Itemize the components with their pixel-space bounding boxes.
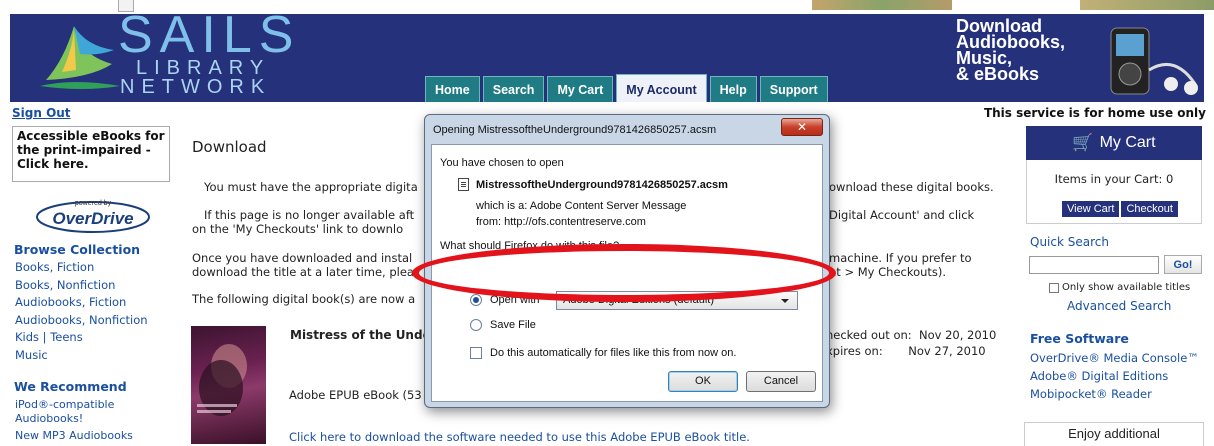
- save-file-label: Save File: [490, 319, 536, 331]
- sails-logo-icon: [40, 26, 120, 89]
- top-strip: [0, 0, 1214, 14]
- checkout-dates: hecked out on: Nov 20, 2010 xpires on: N…: [826, 328, 997, 358]
- book-format: Adobe EPUB eBook (53: [289, 388, 422, 402]
- instructions-line-2-left: If this page is no longer available aft: [204, 208, 415, 222]
- cart-icon: 🛒: [1072, 133, 1094, 152]
- dialog-file-source: from: http://ofs.contentreserve.com: [476, 216, 646, 228]
- auto-action-label: Do this automatically for files like thi…: [490, 347, 737, 359]
- top-banner-image: [812, 0, 952, 10]
- instructions-line-4-right: machine. If you prefer to: [829, 251, 972, 265]
- browser-tab-edge: [118, 0, 134, 12]
- instructions-line-1-left: You must have the appropriate digita: [204, 180, 418, 194]
- free-software-list: OverDrive® Media Console™ Adobe® Digital…: [1030, 349, 1199, 403]
- cart-buttons: View Cart Checkout: [1061, 200, 1179, 218]
- open-with-radio[interactable]: [470, 294, 482, 306]
- browse-collection-heading: Browse Collection: [14, 242, 141, 257]
- promo-line-4: & eBooks: [956, 64, 1040, 84]
- overdrive-logo-icon[interactable]: powered by OverDrive: [34, 194, 152, 234]
- browse-item-books-fiction[interactable]: Books, Fiction: [15, 259, 148, 277]
- logo-network-text: NETWORK: [120, 76, 272, 98]
- cart-item-count: Items in your Cart: 0: [1054, 172, 1174, 186]
- overdrive-powered-by: powered by: [75, 200, 112, 207]
- instructions-line-1-right: ownload these digital books.: [829, 180, 994, 194]
- dialog-title: Opening MistressoftheUnderground97814268…: [433, 124, 717, 136]
- tab-search[interactable]: Search: [482, 76, 545, 102]
- tab-home[interactable]: Home: [425, 76, 480, 102]
- recommend-item-audiobooks[interactable]: Audiobooks!: [15, 412, 133, 426]
- recommend-item-ipod[interactable]: iPod®-compatible: [15, 398, 133, 412]
- browse-list: Books, Fiction Books, Nonfiction Audiobo…: [15, 259, 148, 364]
- software-item-overdrive[interactable]: OverDrive® Media Console™: [1030, 349, 1199, 367]
- main-nav: Home Search My Cart My Account Help Supp…: [425, 74, 831, 102]
- highlight-annotation: [412, 244, 836, 302]
- overdrive-wordmark: OverDrive: [52, 209, 133, 228]
- advanced-search-link[interactable]: Advanced Search: [1067, 299, 1171, 313]
- logo-library-text: LIBRARY: [136, 57, 271, 79]
- save-file-radio[interactable]: [470, 319, 482, 331]
- browse-item-books-nonfiction[interactable]: Books, Nonfiction: [15, 277, 148, 295]
- dialog-filename: MistressoftheUnderground9781426850257.ac…: [476, 179, 728, 191]
- close-icon[interactable]: ✕: [781, 118, 823, 136]
- view-cart-button[interactable]: View Cart: [1061, 200, 1121, 218]
- sign-out-link[interactable]: Sign Out: [12, 106, 71, 120]
- book-cover-image[interactable]: [191, 326, 266, 444]
- quick-search-input[interactable]: [1029, 256, 1159, 274]
- book-cover-art-icon: [197, 344, 247, 416]
- cart-box: Items in your Cart: 0 View Cart Checkout: [1026, 160, 1202, 224]
- cancel-button[interactable]: Cancel: [746, 371, 816, 392]
- free-software-heading: Free Software: [1030, 331, 1129, 346]
- instructions-line-4-left: Once you have downloaded and instal: [192, 251, 413, 265]
- recommend-item-mp3[interactable]: New MP3 Audiobooks: [15, 429, 133, 443]
- checkout-button[interactable]: Checkout: [1120, 200, 1179, 218]
- chevron-down-icon: [781, 299, 789, 303]
- instructions-line-2-right: Digital Account' and click: [829, 208, 975, 222]
- my-cart-header[interactable]: 🛒 My Cart: [1026, 126, 1202, 160]
- tab-my-account[interactable]: My Account: [616, 74, 707, 102]
- dialog-file-type: which is a: Adobe Content Server Message: [476, 200, 687, 212]
- browse-item-audiobooks-nonfiction[interactable]: Audiobooks, Nonfiction: [15, 312, 148, 330]
- software-item-mobipocket[interactable]: Mobipocket® Reader: [1030, 385, 1199, 403]
- recommend-list: iPod®-compatible Audiobooks! New MP3 Aud…: [15, 398, 133, 443]
- browse-item-audiobooks-fiction[interactable]: Audiobooks, Fiction: [15, 294, 148, 312]
- instructions-line-5-left: download the title at a later time, plea: [192, 265, 414, 279]
- go-button[interactable]: Go!: [1164, 255, 1202, 274]
- tab-my-cart[interactable]: My Cart: [547, 76, 614, 102]
- accessible-ebooks-link[interactable]: Accessible eBooks for the print-impaired…: [12, 126, 170, 182]
- dialog-chosen-text: You have chosen to open: [440, 157, 564, 169]
- instructions-line-6-left: The following digital book(s) are now a: [192, 292, 416, 306]
- auto-action-checkbox[interactable]: [470, 347, 482, 359]
- page-title: Download: [192, 138, 267, 156]
- site-header: SAILS LIBRARY NETWORK Home Search My Car…: [10, 14, 1204, 102]
- book-title[interactable]: Mistress of the Unde: [290, 328, 431, 342]
- we-recommend-heading: We Recommend: [14, 379, 127, 394]
- promo-text[interactable]: Download Audiobooks, Music, & eBooks: [956, 17, 1065, 84]
- tab-support[interactable]: Support: [759, 76, 828, 102]
- ok-button[interactable]: OK: [668, 371, 738, 392]
- software-item-adobe[interactable]: Adobe® Digital Editions: [1030, 367, 1199, 385]
- quick-search-label: Quick Search: [1030, 235, 1109, 249]
- only-available-checkbox[interactable]: [1049, 283, 1059, 293]
- browse-item-music[interactable]: Music: [15, 347, 148, 365]
- instructions-line-3-left: on the 'My Checkouts' link to downlo: [192, 222, 404, 236]
- only-available-label: Only show available titles: [1062, 282, 1191, 293]
- mp3-player-icon: [1110, 27, 1198, 95]
- enjoy-promo[interactable]: Enjoy additional: [1024, 422, 1204, 446]
- instructions-line-5-right: nt > My Checkouts).: [829, 265, 947, 279]
- tab-help[interactable]: Help: [709, 76, 757, 102]
- top-banner-image-right: [1080, 0, 1214, 10]
- download-software-link[interactable]: Click here to download the software need…: [289, 430, 750, 444]
- home-use-notice: This service is for home use only: [983, 106, 1206, 120]
- my-cart-title: My Cart: [1099, 134, 1156, 151]
- file-icon: [458, 178, 469, 191]
- browse-item-kids-teens[interactable]: Kids | Teens: [15, 329, 148, 347]
